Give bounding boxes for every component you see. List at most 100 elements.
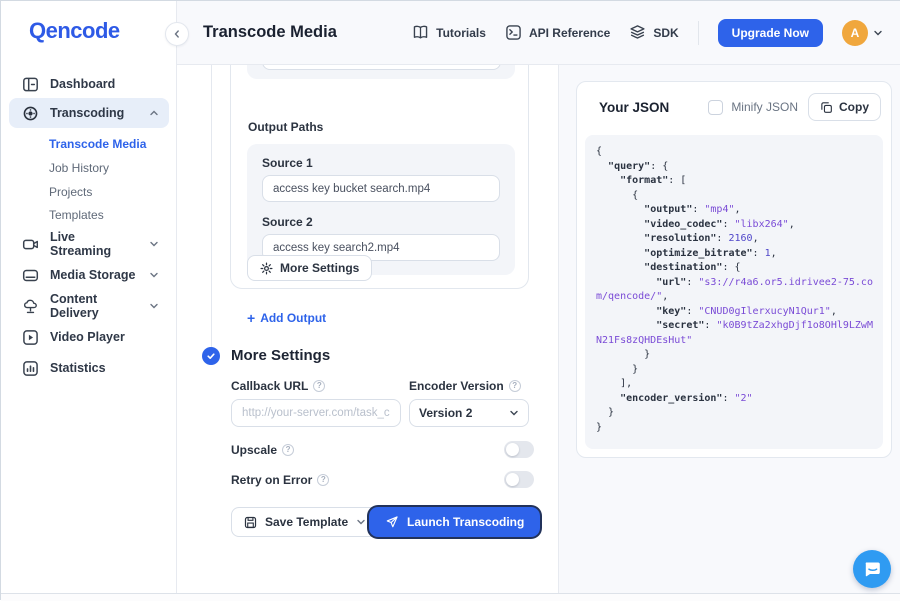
retry-on-error-toggle[interactable] bbox=[504, 471, 534, 488]
callback-url-label-text: Callback URL bbox=[231, 379, 308, 393]
rocket-icon bbox=[385, 515, 399, 529]
upgrade-now-button[interactable]: Upgrade Now bbox=[718, 19, 823, 47]
retry-on-error-label: Retry on Error ? bbox=[231, 473, 329, 487]
chevron-down-icon bbox=[356, 517, 366, 527]
book-icon bbox=[412, 24, 429, 41]
statistics-icon bbox=[22, 360, 39, 377]
sidebar-item-label: Media Storage bbox=[50, 268, 138, 282]
encoder-version-select[interactable]: Version 2 bbox=[409, 399, 529, 427]
chevron-up-icon bbox=[149, 108, 159, 118]
header-divider bbox=[698, 21, 699, 45]
add-output-label: Add Output bbox=[260, 311, 326, 325]
sidebar-item-projects[interactable]: Projects bbox=[49, 180, 92, 204]
help-icon: ? bbox=[509, 380, 521, 392]
more-settings-step-check[interactable] bbox=[202, 347, 220, 365]
launch-transcoding-label: Launch Transcoding bbox=[407, 515, 524, 529]
upscale-toggle[interactable] bbox=[504, 441, 534, 458]
sidebar-item-label: Dashboard bbox=[50, 77, 159, 91]
app-window: Qencode Dashboard Transcoding Transcode … bbox=[0, 0, 900, 600]
encoder-version-label: Encoder Version ? bbox=[409, 379, 521, 393]
dashboard-icon bbox=[22, 76, 39, 93]
callback-url-label: Callback URL ? bbox=[231, 379, 325, 393]
save-icon bbox=[244, 516, 257, 529]
minify-json-label: Minify JSON bbox=[731, 100, 798, 114]
nav-api-reference[interactable]: API Reference bbox=[505, 24, 610, 41]
account-menu[interactable]: A bbox=[842, 20, 883, 46]
copy-button-label: Copy bbox=[839, 100, 869, 114]
json-card-header: Your JSON Minify JSON Copy bbox=[577, 82, 891, 132]
chevron-down-icon bbox=[873, 28, 883, 38]
json-card: Your JSON Minify JSON Copy { "query": { … bbox=[576, 81, 892, 458]
source1-input[interactable] bbox=[262, 175, 500, 202]
sidebar-collapse-button[interactable] bbox=[165, 22, 189, 46]
sidebar-item-transcode-media[interactable]: Transcode Media bbox=[49, 132, 146, 156]
sidebar-item-live-streaming[interactable]: Live Streaming bbox=[9, 229, 169, 259]
top-header: Transcode Media Tutorials API Reference … bbox=[177, 1, 900, 65]
json-title: Your JSON bbox=[599, 100, 669, 115]
add-output-link[interactable]: + Add Output bbox=[247, 310, 326, 326]
chat-widget-button[interactable] bbox=[853, 550, 891, 588]
plus-icon: + bbox=[247, 310, 255, 326]
sidebar-item-job-history[interactable]: Job History bbox=[49, 156, 109, 180]
avatar[interactable]: A bbox=[842, 20, 868, 46]
chevron-down-icon bbox=[149, 239, 159, 249]
chevron-down-icon bbox=[509, 408, 519, 418]
source1-label: Source 1 bbox=[262, 156, 313, 170]
chevron-down-icon bbox=[149, 301, 159, 311]
nav-label: SDK bbox=[653, 26, 678, 40]
media-storage-icon bbox=[22, 267, 39, 284]
sidebar-item-dashboard[interactable]: Dashboard bbox=[9, 69, 169, 99]
sidebar-item-label: Live Streaming bbox=[50, 230, 138, 258]
header-nav: Tutorials API Reference SDK Upgrade Now … bbox=[412, 19, 883, 47]
nav-label: Tutorials bbox=[436, 26, 486, 40]
source-settings-box-partial bbox=[247, 65, 515, 79]
upscale-label-text: Upscale bbox=[231, 443, 277, 457]
live-streaming-icon bbox=[22, 236, 39, 253]
save-template-label: Save Template bbox=[265, 515, 348, 529]
sidebar-item-media-storage[interactable]: Media Storage bbox=[9, 260, 169, 290]
sidebar-item-video-player[interactable]: Video Player bbox=[9, 322, 169, 352]
nav-label: API Reference bbox=[529, 26, 610, 40]
check-icon bbox=[206, 351, 216, 361]
transcoding-icon bbox=[22, 105, 39, 122]
transcode-form-area: Output Paths Source 1 Source 2 More Sett… bbox=[177, 65, 559, 593]
encoder-version-label-text: Encoder Version bbox=[409, 379, 504, 393]
help-icon: ? bbox=[317, 474, 329, 486]
nav-sdk[interactable]: SDK bbox=[629, 24, 678, 41]
video-player-icon bbox=[22, 329, 39, 346]
sidebar-item-content-delivery[interactable]: Content Delivery bbox=[9, 291, 169, 321]
sidebar-item-label: Content Delivery bbox=[50, 292, 138, 320]
minify-json-checkbox[interactable] bbox=[708, 100, 723, 115]
copy-json-button[interactable]: Copy bbox=[808, 93, 881, 121]
help-icon: ? bbox=[313, 380, 325, 392]
sidebar-item-transcoding[interactable]: Transcoding bbox=[9, 98, 169, 128]
json-code: { "query": { "format": [ { "output": "mp… bbox=[596, 145, 874, 435]
chat-icon bbox=[862, 559, 882, 579]
sidebar: Qencode Dashboard Transcoding Transcode … bbox=[1, 1, 177, 593]
layers-icon bbox=[629, 24, 646, 41]
source2-label: Source 2 bbox=[262, 215, 313, 229]
content-delivery-icon bbox=[22, 298, 39, 315]
minify-json-option[interactable]: Minify JSON bbox=[708, 100, 798, 115]
json-panel-area: Your JSON Minify JSON Copy { "query": { … bbox=[559, 65, 900, 593]
sidebar-item-label: Transcoding bbox=[50, 106, 138, 120]
copy-icon bbox=[820, 101, 833, 114]
more-settings-button-label: More Settings bbox=[280, 261, 359, 275]
callback-url-input[interactable] bbox=[231, 399, 401, 427]
qencode-logo[interactable]: Qencode bbox=[29, 18, 120, 44]
gear-icon bbox=[260, 262, 273, 275]
sidebar-item-templates[interactable]: Templates bbox=[49, 203, 104, 227]
sidebar-item-label: Video Player bbox=[50, 330, 159, 344]
stepper-line bbox=[211, 65, 212, 347]
toggle-knob bbox=[506, 443, 519, 456]
nav-tutorials[interactable]: Tutorials bbox=[412, 24, 486, 41]
sidebar-item-statistics[interactable]: Statistics bbox=[9, 353, 169, 383]
save-template-button[interactable]: Save Template bbox=[231, 507, 379, 537]
launch-transcoding-button[interactable]: Launch Transcoding bbox=[369, 507, 540, 537]
retry-on-error-label-text: Retry on Error bbox=[231, 473, 312, 487]
more-settings-button[interactable]: More Settings bbox=[247, 255, 372, 281]
page-title: Transcode Media bbox=[203, 23, 337, 42]
output-card: Output Paths Source 1 Source 2 More Sett… bbox=[230, 65, 529, 289]
json-code-block: { "query": { "format": [ { "output": "mp… bbox=[585, 135, 883, 449]
truncated-top-input[interactable] bbox=[262, 65, 501, 70]
